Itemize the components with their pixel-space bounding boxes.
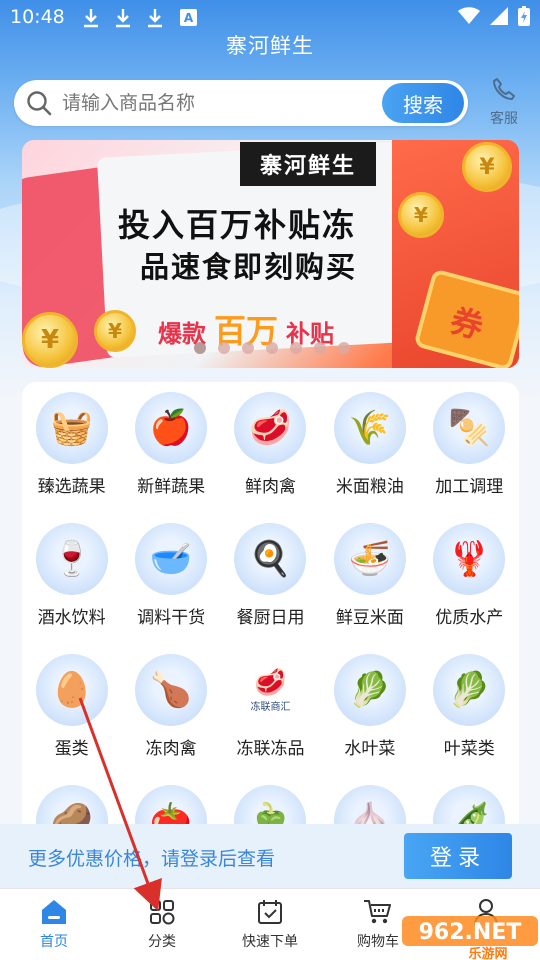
category-label: 加工调理 [435,477,504,497]
download-icon [116,9,130,28]
category-icon: 🍳 [234,523,307,595]
category-label: 冻肉禽 [145,739,197,759]
category-item[interactable]: 🍷 酒水饮料 [22,517,121,634]
watermark-text: 962.NET [419,920,522,945]
login-prompt-bar: 更多优惠价格，请登录后查看 登录 [0,824,540,888]
category-icon: 🦞 [433,523,506,595]
status-time: 10:48 [10,6,65,28]
category-icon [150,900,175,925]
category-label: 餐厨日用 [236,608,305,628]
coin-icon: ¥ [462,142,512,192]
search-bar: 搜索 [14,80,468,126]
pagination-dot[interactable] [290,342,302,354]
phone-icon [493,78,515,100]
category-icon: 🥬 [433,654,506,726]
watermark-subtext: 乐游网 [468,946,507,960]
login-button[interactable]: 登录 [404,833,512,879]
pagination-dot[interactable] [242,342,254,354]
category-item[interactable]: 🍎 新鲜蔬果 [121,386,220,503]
category-icon: 🌾 [333,392,406,464]
banner-pagination [194,342,350,354]
search-button[interactable]: 搜索 [382,83,464,123]
category-item[interactable]: 🍜 鲜豆米面 [320,517,419,634]
category-icon: 🥩 冻联商汇 [234,654,307,726]
pagination-dot[interactable] [266,342,278,354]
banner-brand: 寨河鲜生 [240,142,377,186]
category-label: 冻联冻品 [236,739,305,759]
battery-icon [518,6,530,26]
category-label: 调料干货 [137,608,206,628]
login-hint: 更多优惠价格，请登录后查看 [28,848,276,870]
category-item[interactable]: 🦞 优质水产 [420,517,519,634]
coin-icon: ¥ [22,312,78,368]
category-item[interactable]: 🥩 鲜肉禽 [221,386,320,503]
category-icon: 🍢 [433,392,506,464]
download-icon [148,9,162,28]
category-icon: 🧺 [35,392,108,464]
category-icon: 🍷 [35,523,108,595]
category-label: 优质水产 [435,608,504,628]
nav-home[interactable]: 首页 [0,897,108,951]
home-icon [42,900,66,924]
banner-headline-2: 品速食即刻购买 [140,250,358,284]
category-item[interactable]: 🥣 调料干货 [121,517,220,634]
category-grid: 🧺 臻选蔬果 🍎 新鲜蔬果 🥩 鲜肉禽 🌾 米面粮油 🍢 加工调理 🍷 酒水饮料 🥣 调料干货 🍳 餐厨日用 🍜… [22,386,519,896]
category-label: 米面粮油 [335,477,404,497]
service-label: 客服 [490,111,518,127]
nav-label: 首页 [40,934,68,950]
search-input[interactable] [62,88,382,118]
category-item[interactable]: 🍗 冻肉禽 [121,648,220,765]
category-icon: 🍜 [333,523,406,595]
category-label: 新鲜蔬果 [137,477,206,497]
category-item[interactable]: 🍳 餐厨日用 [221,517,320,634]
wifi-icon [458,7,480,24]
category-icon: 🥚 [35,654,108,726]
svg-text:A: A [184,11,194,25]
nav-label: 快速下单 [242,934,298,950]
customer-service-button[interactable]: 客服 [478,76,530,128]
keyboard-a-icon: A [180,9,197,26]
category-icon: 🥩 [234,392,307,464]
search-icon [27,91,52,116]
cart-icon [364,900,391,924]
category-icon: 🍗 [135,654,208,726]
category-item[interactable]: 🥚 蛋类 [22,648,121,765]
pagination-dot[interactable] [338,342,350,354]
category-label: 鲜肉禽 [244,477,296,497]
coupon-char: 券 [446,301,488,347]
site-watermark: 962.NET 乐游网 [402,916,538,960]
download-icon [84,9,98,28]
category-label: 蛋类 [54,739,89,759]
category-item[interactable]: 🥬 水叶菜 [320,648,419,765]
category-item[interactable]: 🥬 叶菜类 [420,648,519,765]
pagination-dot[interactable] [218,342,230,354]
category-icon: 🍎 [135,392,208,464]
banner-headline-1: 投入百万补贴冻 [118,206,357,244]
category-icon: 🥬 [333,654,406,726]
nav-quick-order[interactable]: 快速下单 [216,897,324,951]
category-label: 叶菜类 [443,739,495,759]
category-item[interactable]: 🧺 臻选蔬果 [22,386,121,503]
nav-category[interactable]: 分类 [108,897,216,951]
promo-banner[interactable]: ¥ ¥ ¥ ¥ 寨河鲜生 投入百万补贴冻 品速食即刻购买 爆款 百万 补贴 券 [22,140,519,368]
pagination-dot[interactable] [314,342,326,354]
category-icon-glyph: 🥩 [254,667,287,698]
coin-icon: ¥ [94,310,136,352]
category-logo-text: 冻联商汇 [250,701,291,713]
category-item[interactable]: 🥩 冻联商汇冻联冻品 [221,648,320,765]
pagination-dot[interactable] [194,342,206,354]
category-item[interactable]: 🍢 加工调理 [420,386,519,503]
quick-order-icon [258,900,282,924]
category-panel: 🧺 臻选蔬果 🍎 新鲜蔬果 🥩 鲜肉禽 🌾 米面粮油 🍢 加工调理 🍷 酒水饮料 🥣 调料干货 🍳 餐厨日用 🍜… [22,382,519,857]
signal-icon [490,7,508,25]
category-label: 酒水饮料 [37,608,106,628]
nav-label: 分类 [148,934,176,950]
category-item[interactable]: 🌾 米面粮油 [320,386,419,503]
app-title: 寨河鲜生 [226,34,314,58]
category-icon: 🥣 [135,523,208,595]
category-label: 水叶菜 [344,739,396,759]
coin-icon: ¥ [398,192,444,238]
category-label: 臻选蔬果 [37,477,106,497]
category-label: 鲜豆米面 [335,608,404,628]
